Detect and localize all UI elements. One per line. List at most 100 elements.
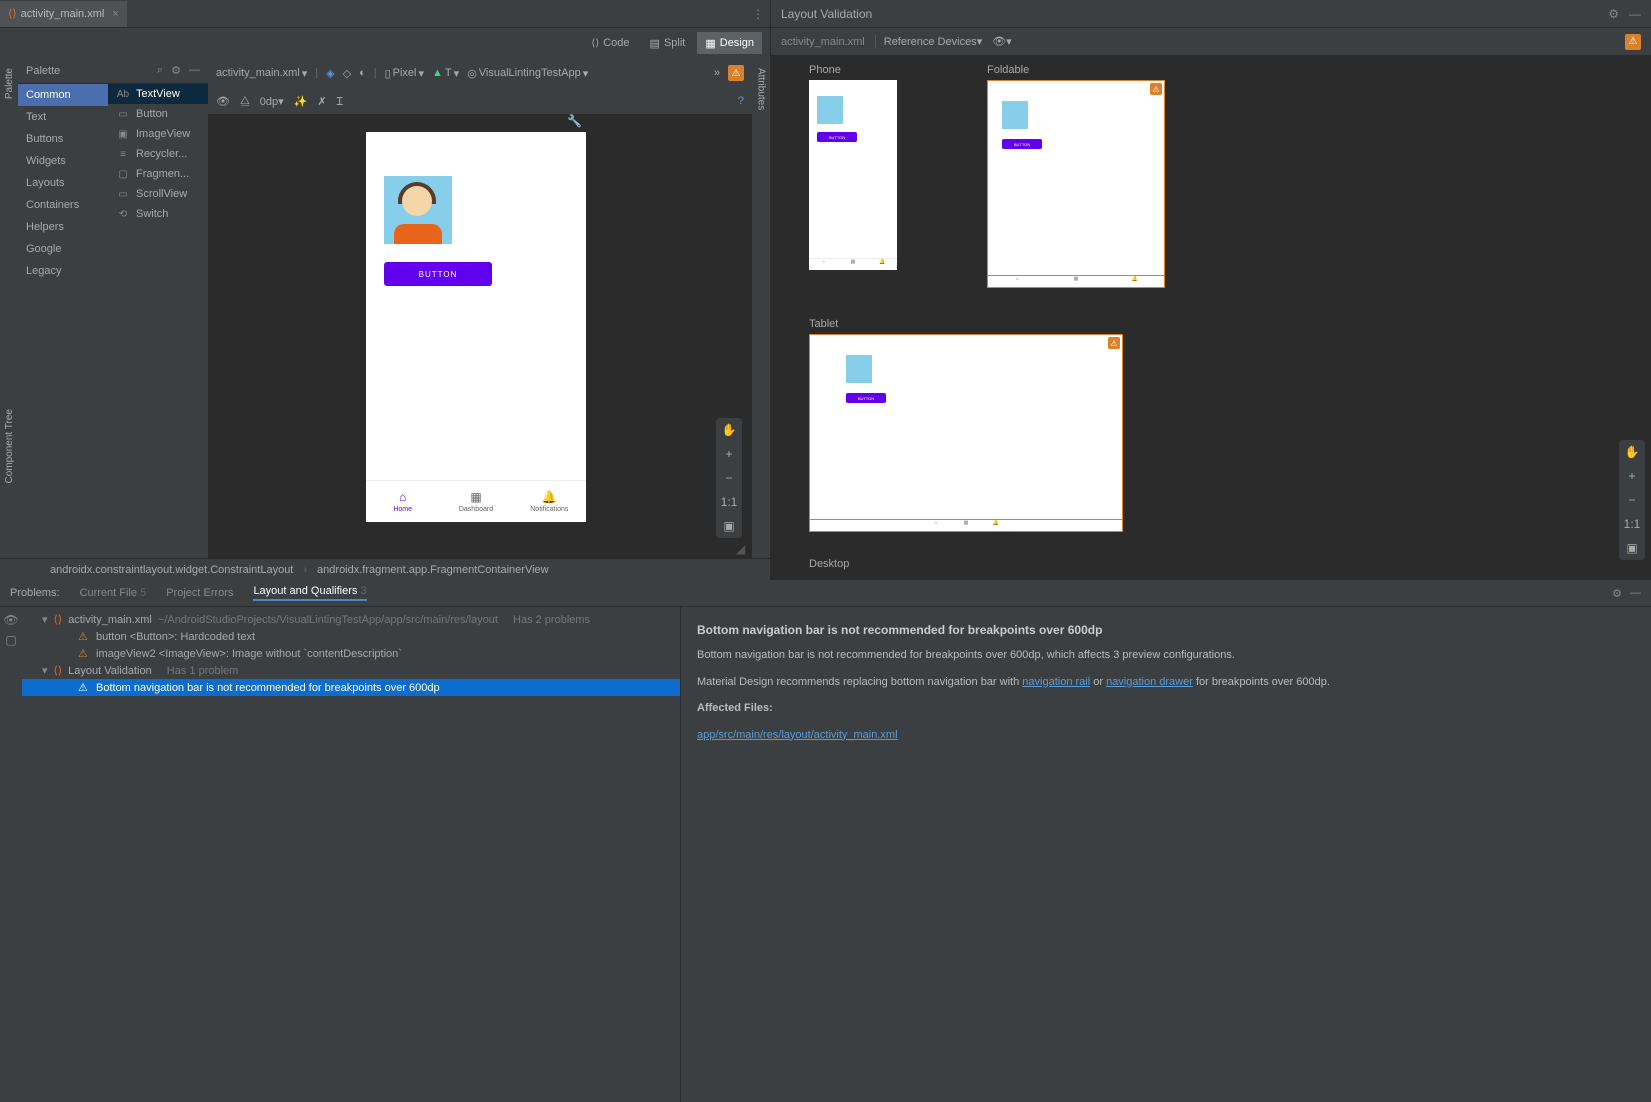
resize-handle[interactable]: ◢ [736,542,752,558]
minimize-icon[interactable]: — [1630,587,1641,600]
preview-bottom-nav[interactable]: ⌂Home ▦Dashboard 🔔Notifications [366,480,586,522]
palette-item-switch[interactable]: ⟲Switch [108,204,208,224]
palette-item-textview[interactable]: AbTextView [108,84,208,104]
minimize-icon[interactable]: — [189,64,200,77]
zoom-controls: ✋ + − 1:1 ▣ [716,418,742,538]
search-icon[interactable]: ⌕ [157,64,163,77]
palette-item-scrollview[interactable]: ▭ScrollView [108,184,208,204]
preview-foldable[interactable]: ⚠ BUTTON ⌂▦🔔 [987,80,1165,288]
dp-dropdown[interactable]: 0dp▾ [260,95,284,108]
validation-file: activity_main.xml [781,36,865,48]
zoom-fit-button[interactable]: ▣ [716,514,742,538]
guideline-icon[interactable]: Ɪ [337,94,343,109]
preview-imageview[interactable] [384,176,452,244]
palette-cat-buttons[interactable]: Buttons [18,128,108,150]
wrench-icon[interactable]: 🔧 [567,114,582,128]
wand-icon[interactable]: ✨ [294,95,308,108]
attributes-side-tab[interactable]: Attributes [756,68,767,110]
tab-bar-overflow-icon[interactable]: ⋮ [752,7,770,21]
zoom-fit-button[interactable]: ▣ [1619,536,1645,560]
xml-icon: ⟨⟩ [8,7,17,20]
tree-warning-item[interactable]: ⚠ imageView2 <ImageView>: Image without … [22,645,680,662]
device-dropdown[interactable]: ▯ Pixel ▾ [385,67,424,80]
tab-current-file[interactable]: Current File 5 [80,587,147,599]
mode-split-button[interactable]: Split [642,32,694,54]
clear-icon[interactable]: ✗ [317,95,326,108]
layer2-icon[interactable]: ◇ [343,67,351,80]
filter-icon[interactable]: ▢ [5,633,16,647]
zoom-11-button[interactable]: 1:1 [1619,512,1645,536]
palette-item-imageview[interactable]: ▣ImageView [108,124,208,144]
chevron-down-icon: ▾ [278,96,284,108]
validation-body[interactable]: Phone BUTTON ⌂▦🔔 Foldable ⚠ BUTTON ⌂▦🔔 [771,56,1651,580]
nav-notifications[interactable]: 🔔Notifications [513,481,586,522]
zoom-out-button[interactable]: − [716,466,742,490]
palette-cat-helpers[interactable]: Helpers [18,216,108,238]
link-navigation-drawer[interactable]: navigation drawer [1106,676,1193,688]
chevron-down-icon: ▾ [42,613,48,626]
breadcrumb-item[interactable]: androidx.constraintlayout.widget.Constra… [50,564,293,576]
tree-file-node[interactable]: ▾ ⟨⟩ activity_main.xml ~/AndroidStudioPr… [22,611,680,628]
palette-item-fragment[interactable]: ▢Fragmen... [108,164,208,184]
zoom-in-button[interactable]: + [716,442,742,466]
breadcrumb: androidx.constraintlayout.widget.Constra… [0,558,770,580]
palette-picker-icon[interactable]: ◐ [359,67,366,79]
palette-cat-containers[interactable]: Containers [18,194,108,216]
link-navigation-rail[interactable]: navigation rail [1022,676,1090,688]
device-preview[interactable]: 🔧 BUTTON ⌂Home ▦Dashboard 🔔Notifications [366,132,586,522]
reference-devices-dropdown[interactable]: Reference Devices▾ [875,35,982,48]
layer-icon[interactable]: ◈ [326,67,334,80]
zoom-out-button[interactable]: − [1619,488,1645,512]
theme-dropdown[interactable]: ▲ T ▾ [432,67,459,80]
overflow-icon[interactable]: » [714,67,720,79]
chevron-down-icon: ▾ [302,67,308,80]
minimize-icon[interactable]: — [1629,7,1641,21]
preview-tablet[interactable]: ⚠ BUTTON ⌂▦🔔 [809,334,1123,532]
design-file-dropdown[interactable]: activity_main.xml ▾ [216,67,307,80]
warning-badge[interactable]: ⚠ [728,65,744,81]
problem-description-2: Material Design recommends replacing bot… [697,674,1635,691]
nav-home[interactable]: ⌂Home [366,481,439,522]
problems-tree: ▾ ⟨⟩ activity_main.xml ~/AndroidStudioPr… [22,607,680,1102]
palette-cat-widgets[interactable]: Widgets [18,150,108,172]
nav-dashboard[interactable]: ▦Dashboard [439,481,512,522]
help-icon[interactable]: ? [738,95,744,107]
zoom-in-button[interactable]: + [1619,464,1645,488]
palette-side-tab[interactable]: Palette [4,68,15,99]
affected-file-link[interactable]: app/src/main/res/layout/activity_main.xm… [697,729,898,741]
tree-warning-item[interactable]: ⚠ button <Button>: Hardcoded text [22,628,680,645]
magnet-icon[interactable]: ⧋ [240,95,250,108]
gear-icon[interactable]: ⚙ [171,64,181,77]
palette-cat-common[interactable]: Common [18,84,108,106]
palette-item-button[interactable]: ▭Button [108,104,208,124]
tab-project-errors[interactable]: Project Errors [166,587,233,599]
palette-cat-text[interactable]: Text [18,106,108,128]
foldable-label: Foldable [987,64,1165,76]
mode-design-button[interactable]: Design [697,32,762,54]
zoom-11-button[interactable]: 1:1 [716,490,742,514]
palette-cat-legacy[interactable]: Legacy [18,260,108,282]
eye-icon[interactable]: 👁 [216,95,230,108]
close-icon[interactable]: × [112,8,118,20]
warning-badge[interactable]: ⚠ [1625,34,1641,50]
component-tree-side-tab[interactable]: Component Tree [4,409,15,484]
tree-layout-validation-node[interactable]: ▾ ⟨⟩ Layout Validation Has 1 problem [22,662,680,679]
eye-icon[interactable]: 👁 [3,613,18,627]
preview-phone[interactable]: BUTTON ⌂▦🔔 [809,80,897,270]
breadcrumb-item[interactable]: androidx.fragment.app.FragmentContainerV… [317,564,549,576]
tab-layout-qualifiers[interactable]: Layout and Qualifiers 3 [253,585,366,601]
palette-cat-layouts[interactable]: Layouts [18,172,108,194]
gear-icon[interactable]: ⚙ [1612,587,1622,600]
gear-icon[interactable]: ⚙ [1608,7,1619,21]
design-surface[interactable]: 🔧 BUTTON ⌂Home ▦Dashboard 🔔Notifications… [208,114,752,558]
app-dropdown[interactable]: ◎ VisualLintingTestApp ▾ [467,67,588,80]
palette-item-recycler[interactable]: ≡Recycler... [108,144,208,164]
palette-cat-google[interactable]: Google [18,238,108,260]
mode-code-button[interactable]: Code [583,32,637,54]
tree-warning-item-selected[interactable]: ⚠ Bottom navigation bar is not recommend… [22,679,680,696]
eye-icon[interactable]: 👁▾ [992,35,1012,48]
pan-icon[interactable]: ✋ [1619,440,1645,464]
file-tab-activity-main[interactable]: ⟨⟩ activity_main.xml × [0,1,127,27]
pan-icon[interactable]: ✋ [716,418,742,442]
preview-button[interactable]: BUTTON [384,262,492,286]
